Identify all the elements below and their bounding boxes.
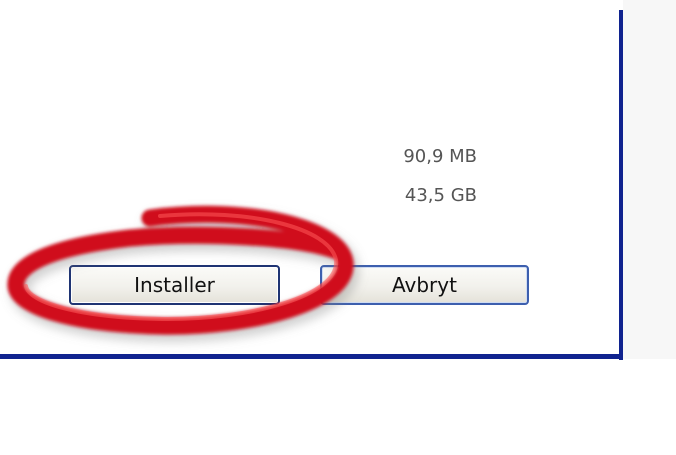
dialog-frame-bottom-edge: [0, 354, 623, 359]
install-button[interactable]: Installer: [69, 265, 280, 305]
installer-dialog: 90,9 MB 43,5 GB Avbryt Installer: [0, 0, 622, 354]
screenshot-stage: 90,9 MB 43,5 GB Avbryt Installer: [0, 0, 676, 455]
free-space-value: 43,5 GB: [404, 185, 477, 206]
download-size-value: 90,9 MB: [403, 146, 477, 167]
cancel-button[interactable]: Avbryt: [320, 265, 529, 305]
dialog-frame-right-edge: [619, 10, 623, 360]
desktop-background: [623, 0, 676, 359]
